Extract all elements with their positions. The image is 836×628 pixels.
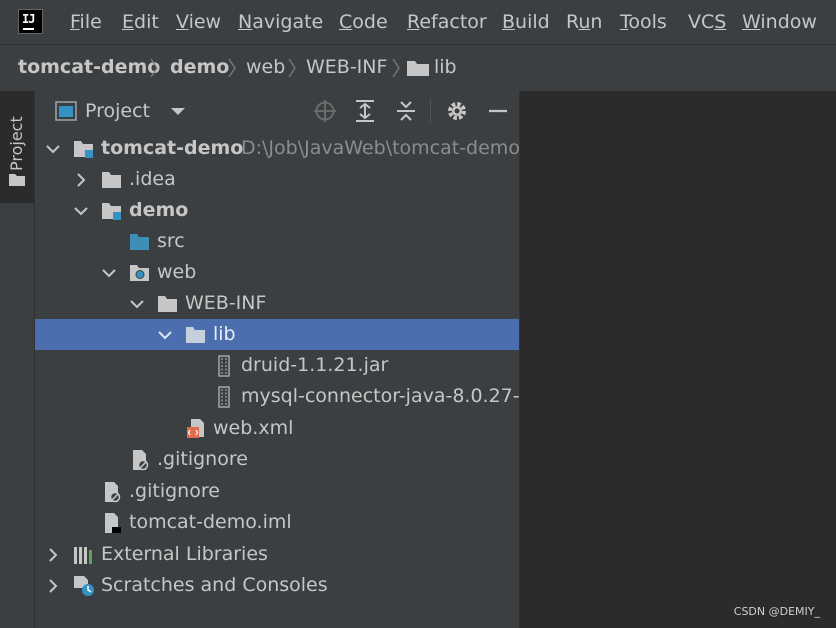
menu-edit[interactable]: Edit [122,11,159,33]
jar-icon [218,355,230,377]
tree-item-gitignore[interactable]: .gitignore [35,476,519,507]
menu-build[interactable]: Build [502,11,550,33]
menu-file[interactable]: File [70,11,102,33]
hide-panel-icon[interactable] [486,99,510,123]
menu-vcs[interactable]: VCS [688,11,726,33]
project-view-icon [55,101,77,121]
breadcrumb-demo[interactable]: demo [170,56,229,78]
folder-icon [102,172,121,188]
expand-all-icon[interactable] [353,99,377,123]
libraries-icon [74,547,92,564]
web-folder-icon [130,265,149,281]
folder-icon [186,327,205,343]
tree-item-label: tomcat-demo [101,137,244,159]
tree-item-label: .gitignore [157,448,248,470]
chevron-down-icon[interactable] [129,296,145,312]
chevron-down-icon[interactable] [45,141,61,157]
tree-item-label: .idea [129,168,176,190]
editor-area[interactable] [520,91,836,628]
tree-item-label: mysql-connector-java-8.0.27-b [241,385,532,407]
logo-text: IJ [22,12,35,26]
tree-item-gitignore[interactable]: .gitignore [35,444,519,475]
jar-icon [218,386,230,408]
breadcrumb-lib[interactable]: lib [434,56,457,78]
chevron-down-icon[interactable] [157,327,173,343]
tree-item-label: Scratches and Consoles [101,574,328,596]
breadcrumb-separator-icon [228,58,236,78]
project-tool-tab[interactable]: Project [0,91,34,203]
menu-navigate[interactable]: Navigate [238,11,323,33]
menu-tools[interactable]: Tools [620,11,667,33]
module-folder-icon [102,203,121,220]
menu-refactor[interactable]: Refactor [407,11,487,33]
gitignore-file-icon [105,482,121,503]
tree-item-src[interactable]: src [35,226,519,257]
tree-item-label: web.xml [213,417,294,439]
watermark: CSDN @DEMIY_ [733,605,820,618]
project-tool-label: Project [7,116,26,171]
tree-item-label: WEB-INF [185,292,267,314]
navigation-breadcrumb: tomcat-demo demo web WEB-INF lib [0,44,836,92]
tree-item-label: tomcat-demo.iml [129,511,292,533]
gitignore-file-icon [133,450,149,471]
intellij-logo-icon[interactable]: IJ [18,9,43,34]
project-panel: Project tomcat-demo D:\Job\JavaWeb\tomca… [35,91,532,628]
tree-item-label: lib [213,323,236,345]
iml-file-icon [105,513,121,533]
chevron-right-icon[interactable] [73,172,89,188]
tree-item-label: .gitignore [129,480,220,502]
menu-code[interactable]: Code [339,11,388,33]
tree-item-tomcat-demo[interactable]: tomcat-demo D:\Job\JavaWeb\tomcat-demo [35,133,520,164]
tree-item-scratches-and-consoles[interactable]: Scratches and Consoles [35,570,519,601]
tree-item-label: druid-1.1.21.jar [241,354,389,376]
project-panel-header: Project [35,91,519,131]
tree-item-idea[interactable]: .idea [35,164,519,195]
chevron-down-icon[interactable] [73,203,89,219]
locate-icon[interactable] [313,99,337,123]
breadcrumb-web[interactable]: web [246,56,285,78]
toolbar-divider [430,99,431,123]
tree-item-druid-jar[interactable]: druid-1.1.21.jar [35,350,519,381]
folder-icon [407,61,429,76]
breadcrumb-separator-icon [150,58,158,78]
menu-window[interactable]: Window [742,11,817,33]
tree-item-label: demo [129,199,189,221]
source-folder-icon [130,234,149,250]
tree-item-label: web [157,261,197,283]
tree-item-external-libraries[interactable]: External Libraries [35,539,519,570]
tree-item-iml-file[interactable]: tomcat-demo.iml [35,507,519,538]
menu-view[interactable]: View [176,11,221,33]
tree-item-mysql-connector-jar[interactable]: mysql-connector-java-8.0.27-b [35,381,532,412]
chevron-down-icon[interactable] [101,265,117,281]
panel-title[interactable]: Project [85,100,150,122]
tree-item-web-xml[interactable]: web.xml [35,413,519,444]
breadcrumb-separator-icon [288,58,296,78]
folder-icon [158,296,177,312]
left-tool-window-stripe: Project [0,91,35,628]
chevron-right-icon[interactable] [45,547,61,563]
tree-item-label: External Libraries [101,543,268,565]
module-folder-icon [74,141,93,158]
menu-run[interactable]: Run [566,11,602,33]
tree-item-lib[interactable]: lib [35,319,519,350]
breadcrumb-tomcat-demo[interactable]: tomcat-demo [18,56,160,78]
scratches-icon [74,576,94,596]
folder-icon [9,174,25,186]
tree-item-web-inf[interactable]: WEB-INF [35,288,519,319]
tree-item-web[interactable]: web [35,257,519,288]
gear-icon[interactable] [445,99,469,123]
tree-item-path-hint: D:\Job\JavaWeb\tomcat-demo [241,137,520,159]
tree-item-demo[interactable]: demo [35,195,519,226]
collapse-all-icon[interactable] [394,99,418,123]
chevron-right-icon[interactable] [45,578,61,594]
menu-bar: IJ File Edit View Navigate Code Refactor… [0,0,836,44]
breadcrumb-web-inf[interactable]: WEB-INF [306,56,387,78]
xml-file-icon [187,419,204,438]
breadcrumb-separator-icon [392,58,400,78]
tree-item-label: src [157,230,185,252]
dropdown-arrow-icon[interactable] [171,107,185,117]
